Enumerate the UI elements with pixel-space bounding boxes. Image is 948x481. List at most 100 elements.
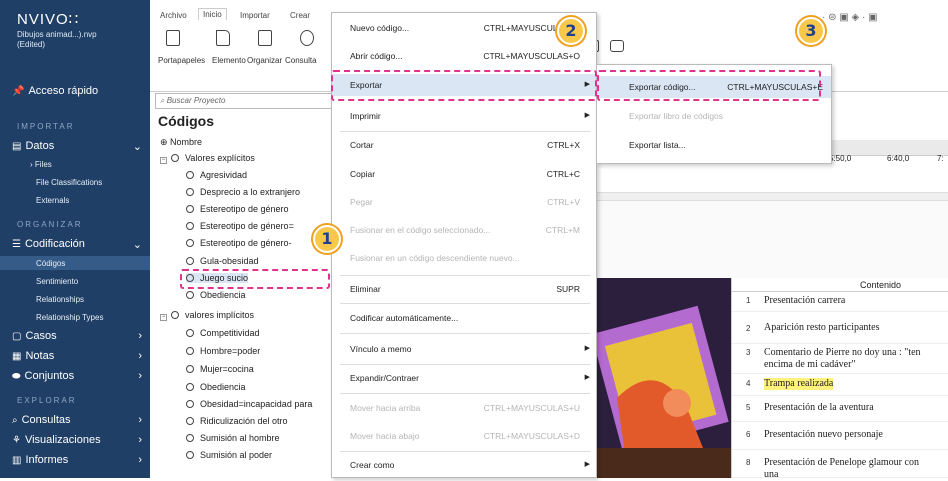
menu-item-copy[interactable]: Copiar CTRL+C <box>332 163 596 185</box>
page-title: Códigos <box>158 113 214 129</box>
coding-icon: ☰ <box>12 239 21 250</box>
sets-icon: ⬬ <box>12 371 21 382</box>
project-name: Dibujos animad...).nvp (Edited) <box>17 30 97 49</box>
tab-inicio[interactable]: Inicio <box>198 8 227 20</box>
menu-item-link-memo[interactable]: Vínculo a memo ▶ <box>332 338 596 360</box>
video-frame[interactable] <box>597 278 731 478</box>
table-row[interactable]: 4 Trampa realizada <box>732 374 948 396</box>
tree-item[interactable]: Competitividad <box>186 328 260 338</box>
tree-group[interactable]: − valores implícitos <box>160 310 254 321</box>
nav-file-classifications[interactable]: File Classifications <box>36 178 102 187</box>
menu-item-print[interactable]: Imprimir ▶ <box>332 105 596 127</box>
chevron-right-icon: › <box>138 330 142 342</box>
visualization-icon: ⚘ <box>12 435 21 446</box>
timeline-tick: 7: <box>937 154 944 163</box>
nav-consultas[interactable]: ⌕ Consultas › <box>12 414 142 426</box>
tree-item[interactable]: Agresividad <box>186 170 247 180</box>
nav-relationship-types[interactable]: Relationship Types <box>36 313 103 322</box>
tab-archivo[interactable]: Archivo <box>160 11 187 20</box>
tree-item[interactable]: Mujer=cocina <box>186 364 254 374</box>
submenu-arrow-icon: ▶ <box>584 461 590 468</box>
clipboard-icon[interactable] <box>166 30 180 46</box>
tree-item[interactable]: Ridiculización del otro <box>186 416 288 426</box>
menu-item-export-codebook[interactable]: Exportar libro de códigos <box>597 105 831 127</box>
query-button[interactable]: Consulta <box>285 56 317 65</box>
section-explore: EXPLORAR <box>17 396 77 405</box>
notes-icon: ▦ <box>12 351 22 362</box>
nvivo-logo: NVIVO∷ <box>17 11 80 28</box>
tree-item[interactable]: Gula-obesidad <box>186 256 259 266</box>
menu-item-create-as[interactable]: Crear como ▶ <box>332 454 596 476</box>
nav-datos[interactable]: ▤ Datos ⌄ <box>12 140 142 153</box>
menu-divider <box>340 333 590 334</box>
chevron-down-icon: ⌄ <box>132 239 142 251</box>
tree-item[interactable]: Desprecio a lo extranjero <box>186 187 300 197</box>
tree-item[interactable]: Obesidad=incapacidad para <box>186 399 312 409</box>
tree-item[interactable]: Sumisión al poder <box>186 450 272 460</box>
nav-codificacion[interactable]: ☰ Codificación ⌄ <box>12 238 142 251</box>
tree-item[interactable]: Hombre=poder <box>186 346 260 356</box>
callout-badge: 1 <box>313 225 341 253</box>
clipboard-button[interactable]: Portapapeles <box>158 56 205 65</box>
nav-casos[interactable]: ▢ Casos › <box>12 330 142 342</box>
nav-codigos[interactable]: Códigos <box>36 259 65 268</box>
table-row[interactable]: 8 Presentación de Penelope glamour con una <box>732 450 948 480</box>
quick-access[interactable]: 📌 Acceso rápido <box>12 85 98 97</box>
table-row[interactable]: 1 Presentación carrera <box>732 292 948 312</box>
chevron-right-icon: › <box>138 454 142 466</box>
table-row[interactable]: 2 Aparición resto participantes <box>732 312 948 344</box>
menu-item-expand-collapse[interactable]: Expandir/Contraer ▶ <box>332 367 596 389</box>
nav-informes[interactable]: ▥ Informes › <box>12 454 142 466</box>
section-organize: ORGANIZAR <box>17 220 83 229</box>
menu-divider <box>340 364 590 365</box>
menu-item-paste[interactable]: Pegar CTRL+V <box>332 191 596 213</box>
tree-item[interactable]: Estereotipo de género= <box>186 221 294 231</box>
nav-selection <box>0 256 150 270</box>
menu-divider <box>340 275 590 276</box>
tab-crear[interactable]: Crear <box>290 11 310 20</box>
submenu-arrow-icon: ▶ <box>584 374 590 381</box>
transcript-table: Contenido 1 Presentación carrera 2 Aparici… <box>731 278 948 480</box>
nav-relationships[interactable]: Relationships <box>36 295 84 304</box>
menu-item-merge-new-child[interactable]: Fusionar en un código descendiente nuevo… <box>332 247 596 269</box>
highlight-box <box>597 70 821 101</box>
search-input[interactable]: ⌕ Buscar Proyecto <box>155 93 345 109</box>
query-icon: ⌕ <box>12 415 18 426</box>
menu-divider <box>340 451 590 452</box>
window-tools-icon[interactable]: · ⊜ ▣ ◈ · ▣ <box>822 12 878 23</box>
menu-item-merge-selected[interactable]: Fusionar en el código seleccionado... CTR… <box>332 219 596 241</box>
nav-externals[interactable]: Externals <box>36 196 69 205</box>
tab-importar[interactable]: Importar <box>240 11 270 20</box>
table-row[interactable]: 5 Presentación de la aventura <box>732 396 948 422</box>
nav-visualizaciones[interactable]: ⚘ Visualizaciones › <box>12 434 142 446</box>
table-row[interactable]: 3 Comentario de Pierre no doy una : "ten e… <box>732 344 948 374</box>
table-row[interactable]: 6 Presentación nuevo personaje <box>732 422 948 450</box>
tree-item[interactable]: Obediencia <box>186 290 246 300</box>
menu-item-move-up[interactable]: Mover hacia arriba CTRL+MAYUSCULAS+U <box>332 397 596 419</box>
video-still-image <box>597 278 731 478</box>
tree-item[interactable]: Obediencia <box>186 382 246 392</box>
tree-group[interactable]: − Valores explícitos <box>160 153 255 164</box>
column-header-name[interactable]: ⊕ Nombre <box>160 137 202 148</box>
item-icon[interactable] <box>216 30 230 46</box>
tree-item[interactable]: Sumisión al hombre <box>186 433 280 443</box>
item-button[interactable]: Elemento <box>212 56 246 65</box>
nav-files[interactable]: › Files <box>30 160 52 169</box>
nav-conjuntos[interactable]: ⬬ Conjuntos › <box>12 370 142 382</box>
tree-item[interactable]: Estereotipo de género <box>186 204 289 214</box>
query-icon[interactable] <box>300 30 314 46</box>
organize-icon[interactable] <box>258 30 272 46</box>
ribbon-tool-icon[interactable] <box>610 40 624 52</box>
menu-item-autocode[interactable]: Codificar automáticamente... <box>332 307 596 329</box>
organize-button[interactable]: Organizar <box>247 56 282 65</box>
highlight-box <box>180 269 330 289</box>
menu-item-move-down[interactable]: Mover hacia abajo CTRL+MAYUSCULAS+D <box>332 425 596 447</box>
tree-item[interactable]: Estereotipo de género- <box>186 238 292 248</box>
menu-item-delete[interactable]: Eliminar SUPR <box>332 278 596 300</box>
callout-badge: 2 <box>557 17 585 45</box>
nav-notas[interactable]: ▦ Notas › <box>12 350 142 362</box>
menu-item-cut[interactable]: Cortar CTRL+X <box>332 134 596 156</box>
menu-item-open-code[interactable]: Abrir código... CTRL+MAYUSCULAS+O <box>332 45 596 67</box>
menu-item-export-list[interactable]: Exportar lista... <box>597 134 831 156</box>
nav-sentimiento[interactable]: Sentimiento <box>36 277 78 286</box>
